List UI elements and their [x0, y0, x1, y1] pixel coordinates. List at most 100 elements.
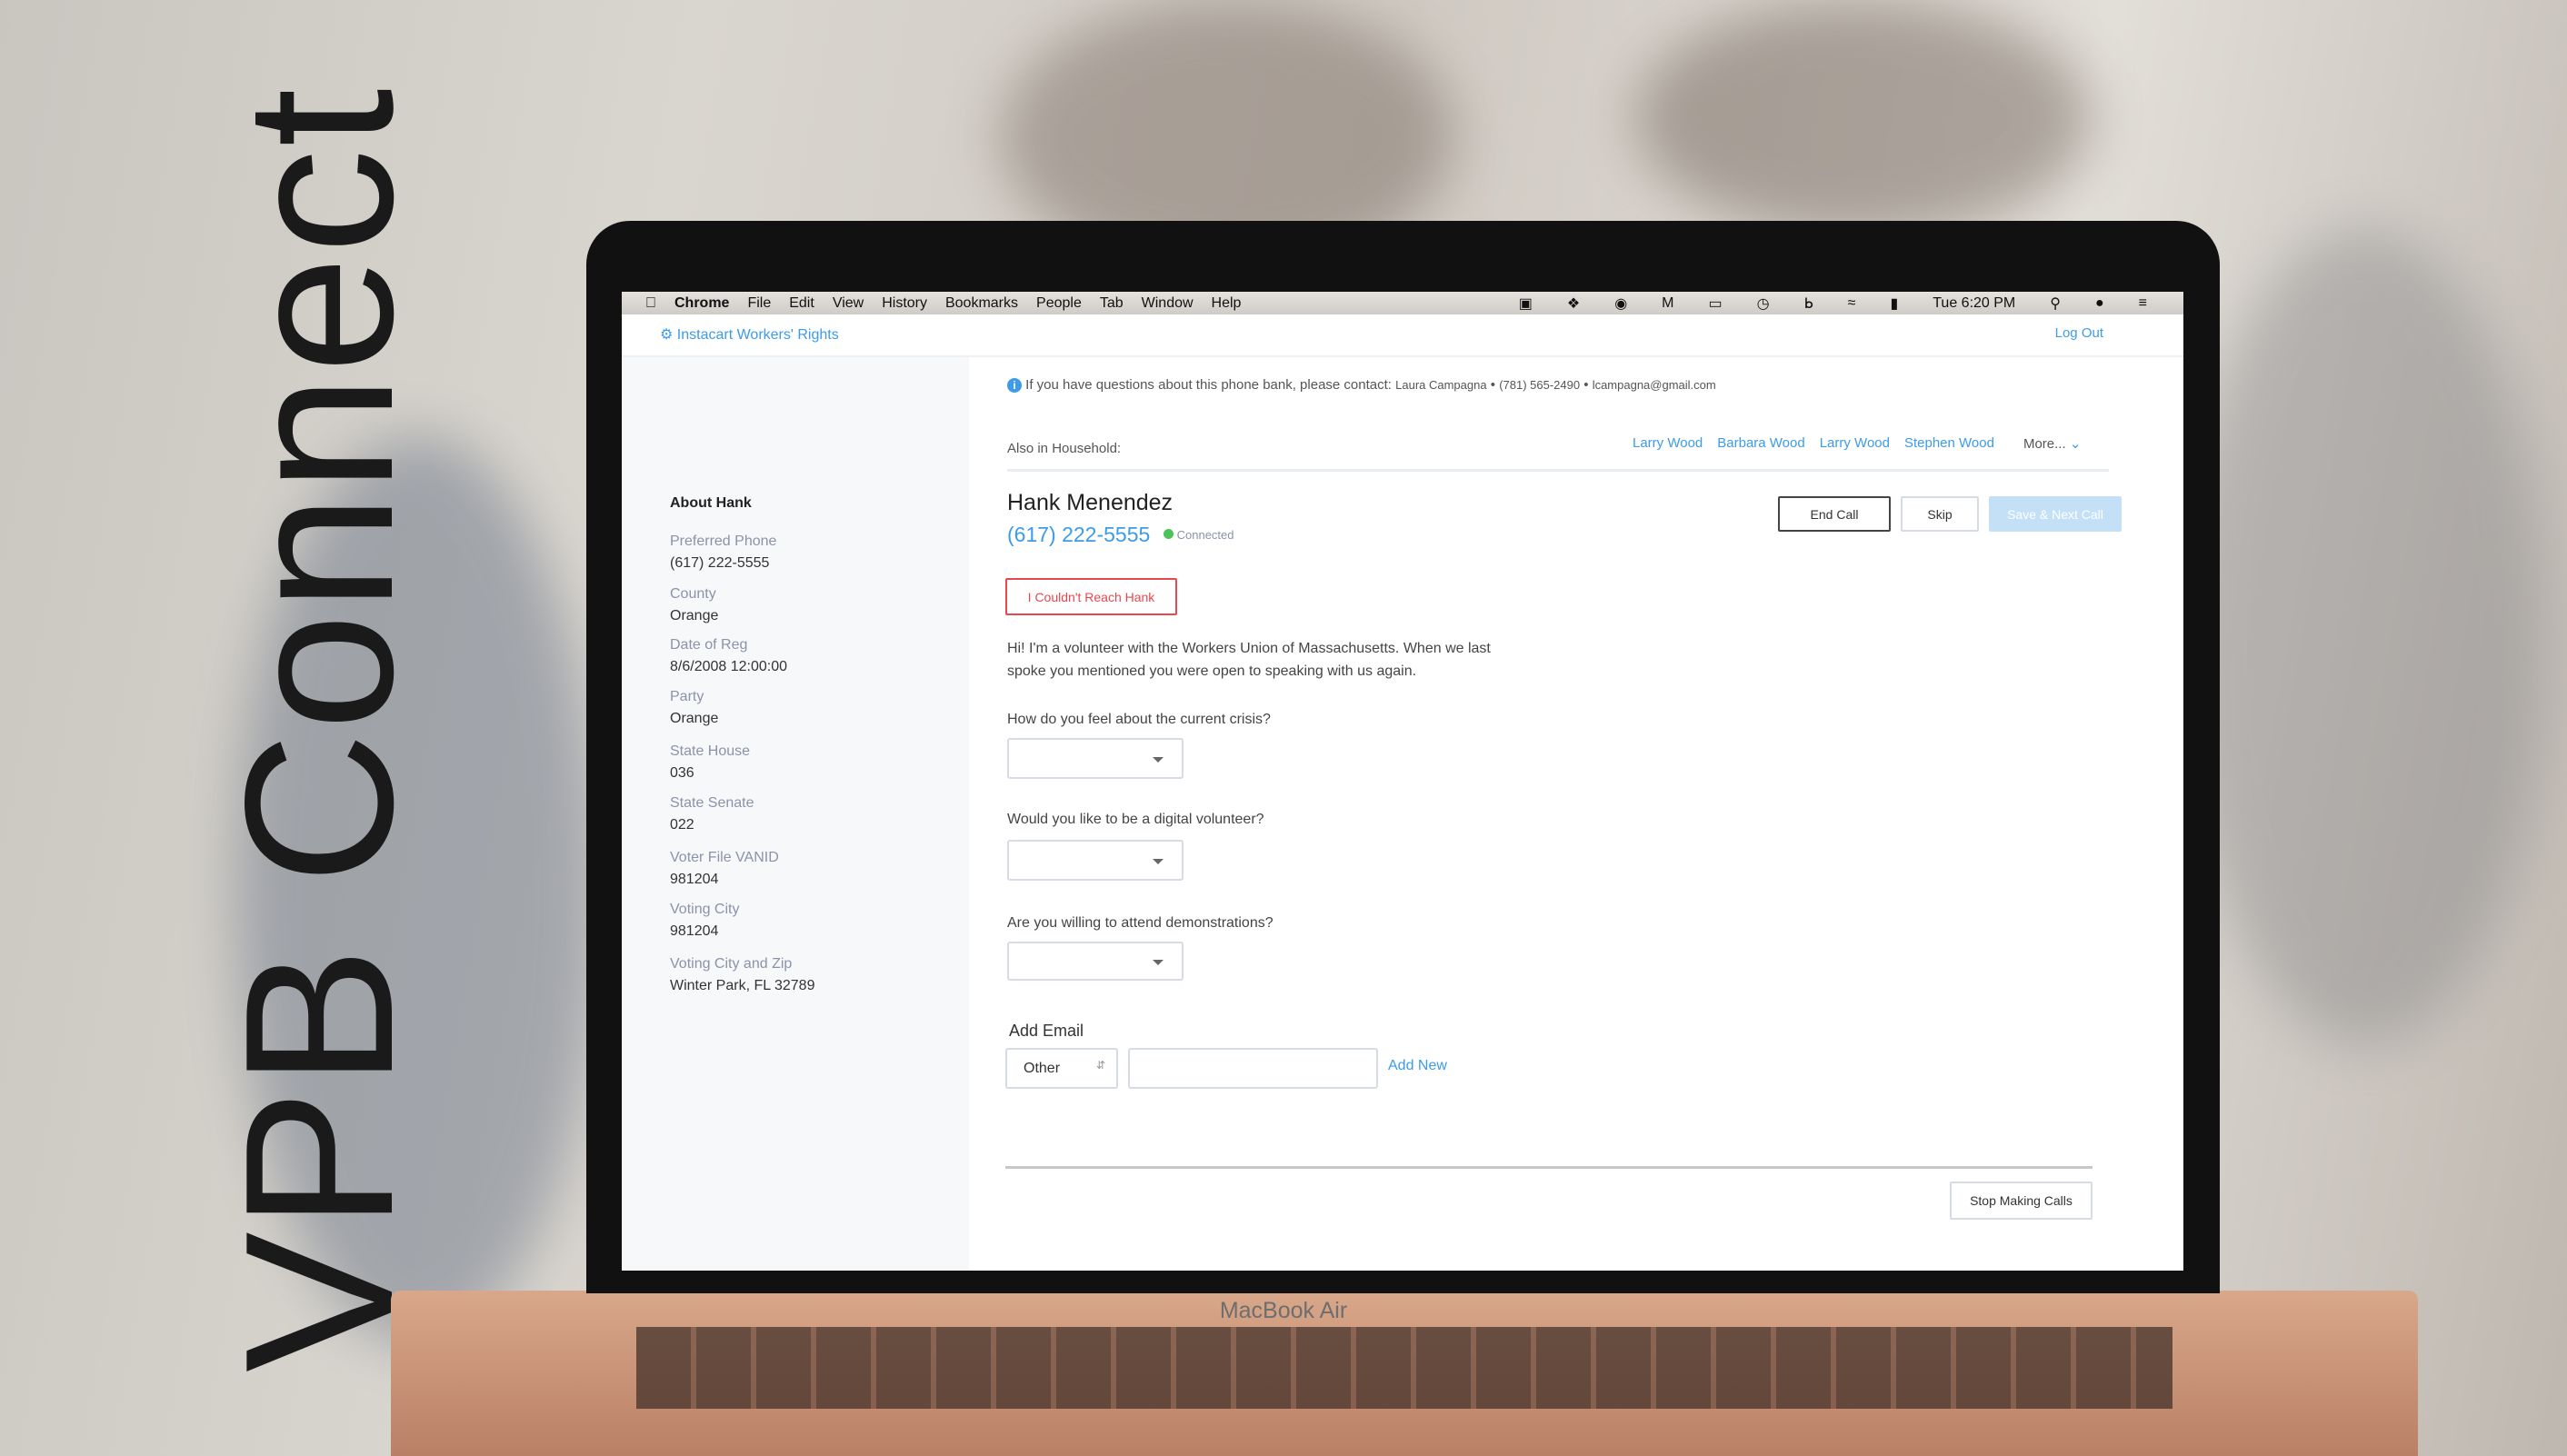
- menu-view[interactable]: View: [833, 295, 864, 312]
- device-label: MacBook Air: [1219, 1298, 1348, 1323]
- contact-email: lcampagna@gmail.com: [1592, 378, 1716, 392]
- menu-tab[interactable]: Tab: [1100, 295, 1124, 312]
- info-banner: i If you have questions about this phone…: [1007, 377, 1716, 393]
- org-link[interactable]: ⚙ Instacart Workers' Rights: [660, 325, 839, 344]
- contact-phone: (781) 565-2490: [1499, 378, 1581, 392]
- menu-bookmarks[interactable]: Bookmarks: [945, 295, 1018, 312]
- org-name: Instacart Workers' Rights: [676, 327, 839, 343]
- script-line: Hi! I'm a volunteer with the Workers Uni…: [1007, 641, 1491, 656]
- script-line: spoke you mentioned you were open to spe…: [1007, 663, 1417, 679]
- notification-center-icon[interactable]: ≡: [2139, 295, 2147, 312]
- question-3-select[interactable]: [1007, 942, 1184, 981]
- time-machine-icon[interactable]: ◷: [1757, 294, 1770, 313]
- sidebar: [622, 357, 969, 1271]
- sidebar-field-value: Winter Park, FL 32789: [670, 978, 815, 993]
- gear-icon: ⚙: [660, 327, 674, 343]
- sidebar-field-value: Orange: [670, 608, 719, 623]
- more-label: More...: [2023, 436, 2066, 452]
- apple-icon[interactable]: : [645, 295, 656, 312]
- brand-title: VPB Connect: [202, 86, 437, 1372]
- email-input[interactable]: [1128, 1048, 1378, 1089]
- sidebar-field-label: State House: [670, 743, 751, 759]
- question-2-select[interactable]: [1007, 840, 1184, 881]
- save-next-call-button[interactable]: Save & Next Call: [1989, 496, 2122, 532]
- couldnt-reach-button[interactable]: I Couldn't Reach Hank: [1005, 578, 1177, 615]
- app-header: ⚙ Instacart Workers' Rights Log Out: [622, 314, 2183, 357]
- battery-icon[interactable]: ▮: [1890, 294, 1898, 313]
- clock[interactable]: Tue 6:20 PM: [1933, 295, 2015, 312]
- sidebar-title: About Hank: [670, 495, 752, 511]
- menu-people[interactable]: People: [1036, 295, 1082, 312]
- sidebar-field-label: Voter File VANID: [670, 850, 779, 865]
- wifi-icon[interactable]: ≈: [1848, 295, 1856, 312]
- household-member[interactable]: Larry Wood: [1820, 435, 1890, 452]
- sidebar-field-value: 036: [670, 765, 694, 781]
- mac-menubar:  Chrome File Edit View History Bookmark…: [622, 292, 2183, 314]
- status-text: Connected: [1176, 528, 1234, 542]
- menu-window[interactable]: Window: [1142, 295, 1194, 312]
- sidebar-field-value: 022: [670, 817, 694, 833]
- contact-name-heading: Hank Menendez: [1007, 490, 1174, 515]
- info-icon: i: [1007, 378, 1022, 393]
- sidebar-field-value: (617) 222-5555: [670, 555, 770, 571]
- footer-divider: [1005, 1166, 2093, 1169]
- sidebar-field-label: Preferred Phone: [670, 534, 777, 549]
- household-list: Larry Wood Barbara Wood Larry Wood Steph…: [1633, 435, 2081, 452]
- caret-down-icon: [1153, 858, 1164, 870]
- spotlight-icon[interactable]: ⚲: [2050, 294, 2061, 313]
- menu-app[interactable]: Chrome: [674, 295, 729, 312]
- stop-making-calls-button[interactable]: Stop Making Calls: [1950, 1182, 2093, 1220]
- household-member[interactable]: Larry Wood: [1633, 435, 1703, 452]
- household-more[interactable]: More... ⌄: [2023, 435, 2081, 452]
- sidebar-field-value: 981204: [670, 923, 719, 939]
- status-dot-icon: [1164, 529, 1174, 539]
- menu-help[interactable]: Help: [1212, 295, 1242, 312]
- household-member[interactable]: Barbara Wood: [1717, 435, 1804, 452]
- chevron-down-icon: ⌄: [2069, 436, 2082, 452]
- question-label: Would you like to be a digital volunteer…: [1007, 812, 1264, 827]
- sidebar-field-label: Voting City: [670, 902, 740, 917]
- creative-cloud-icon[interactable]: ◉: [1614, 294, 1627, 313]
- sidebar-field-label: County: [670, 586, 716, 602]
- zoom-icon[interactable]: ▣: [1519, 294, 1533, 313]
- question-label: How do you feel about the current crisis…: [1007, 712, 1271, 727]
- divider: [1007, 469, 2109, 472]
- contact-phone-number[interactable]: (617) 222-5555: [1007, 523, 1150, 547]
- sidebar-field-label: Voting City and Zip: [670, 956, 793, 972]
- dropbox-icon[interactable]: ❖: [1567, 294, 1580, 313]
- call-status: Connected: [1164, 528, 1234, 542]
- end-call-button[interactable]: End Call: [1778, 496, 1891, 532]
- siri-icon[interactable]: ●: [2095, 295, 2104, 312]
- caret-down-icon: [1153, 959, 1164, 971]
- sidebar-field-label: State Senate: [670, 795, 754, 811]
- question-label: Are you willing to attend demonstrations…: [1007, 915, 1274, 931]
- sidebar-field-value: 8/6/2008 12:00:00: [670, 659, 788, 674]
- menu-edit[interactable]: Edit: [789, 295, 814, 312]
- menu-file[interactable]: File: [747, 295, 771, 312]
- logout-link[interactable]: Log Out: [2055, 325, 2103, 341]
- contact-name: Laura Campagna: [1395, 378, 1487, 392]
- sidebar-field-value: 981204: [670, 872, 719, 887]
- menu-history[interactable]: History: [882, 295, 927, 312]
- household-member[interactable]: Stephen Wood: [1904, 435, 1994, 452]
- background-photo-2: [1636, 0, 2091, 236]
- household-label: Also in Household:: [1007, 441, 1122, 456]
- add-email-label: Add Email: [1009, 1022, 1084, 1040]
- add-new-link[interactable]: Add New: [1388, 1058, 1447, 1074]
- email-type-value: Other: [1024, 1061, 1061, 1076]
- malwarebytes-icon[interactable]: M: [1662, 295, 1673, 312]
- updown-icon: ⇵: [1095, 1059, 1105, 1072]
- keyboard: [636, 1327, 2172, 1409]
- sidebar-field-label: Party: [670, 689, 704, 704]
- caret-down-icon: [1153, 756, 1164, 768]
- info-text: If you have questions about this phone b…: [1025, 377, 1392, 393]
- bluetooth-icon[interactable]: ᖯ: [1804, 294, 1813, 313]
- sidebar-field-label: Date of Reg: [670, 637, 748, 653]
- background-photo-4: [2182, 227, 2545, 1045]
- sidebar-field-value: Orange: [670, 711, 719, 726]
- question-1-select[interactable]: [1007, 738, 1184, 779]
- email-type-select[interactable]: Other ⇵: [1005, 1048, 1118, 1089]
- skip-button[interactable]: Skip: [1901, 496, 1979, 532]
- airplay-icon[interactable]: ▭: [1709, 294, 1723, 313]
- app-screen:  Chrome File Edit View History Bookmark…: [622, 292, 2183, 1271]
